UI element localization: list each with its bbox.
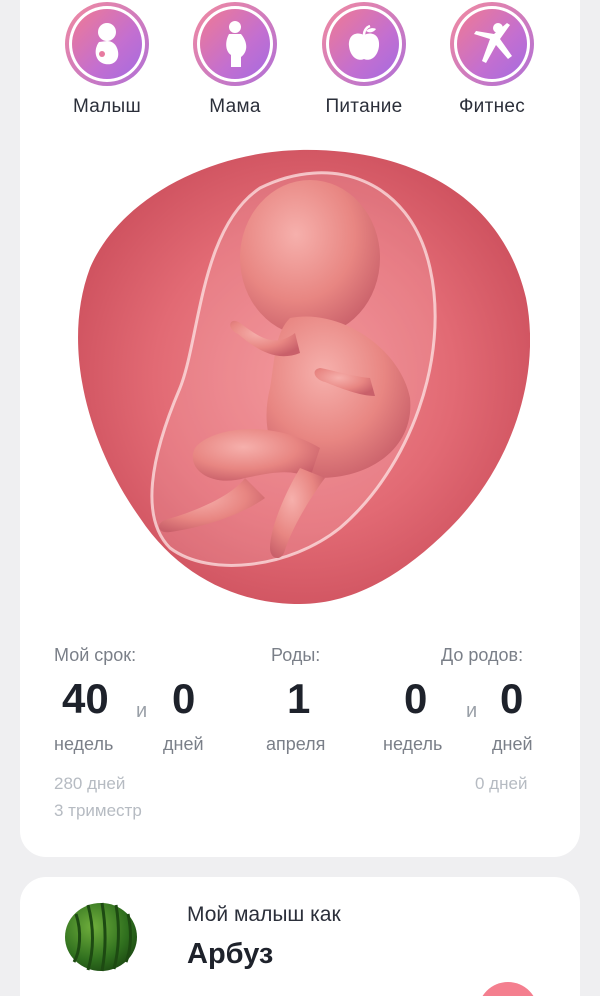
baby-size-title: Мой малыш как [187,903,341,926]
term-total-days: 280 дней [54,774,126,793]
term-weeks-value: 40 [62,675,109,722]
term-days-value: 0 [172,675,196,722]
until-weeks-value: 0 [404,675,428,722]
category-label: Малыш [72,96,142,117]
birth-label: Роды: [271,645,321,665]
category-ring [450,2,534,86]
until-weeks-unit: недель [383,734,443,754]
apple-icon [348,25,380,60]
category-fitness[interactable]: Фитнес [432,2,552,118]
term-and: и [136,700,148,722]
birth-day-value: 1 [287,675,311,722]
baby-icon [95,23,119,65]
category-label: Мама [209,96,261,117]
term-days-unit: дней [163,734,204,754]
fitness-icon [474,23,512,63]
until-birth-label: До родов: [441,645,524,665]
category-ring [193,2,277,86]
until-days-value: 0 [500,675,524,722]
until-total-days: 0 дней [475,774,528,793]
category-label: Фитнес [458,96,526,117]
category-mom[interactable]: Мама [175,2,295,118]
term-trimester: 3 триместр [54,801,142,820]
pregnant-woman-icon [226,21,247,67]
my-term-label: Мой срок: [54,645,137,665]
watermelon-image [65,902,137,972]
category-nutrition[interactable]: Питание [304,2,424,118]
category-baby[interactable]: Малыш [47,2,167,118]
category-ring [65,2,149,86]
until-days-unit: дней [492,734,533,754]
until-and: и [466,700,478,722]
term-weeks-unit: недель [54,734,114,754]
fetus-illustration [78,149,530,604]
category-ring [322,2,406,86]
category-label: Питание [325,96,403,117]
baby-size-fruit-name: Арбуз [187,938,274,970]
birth-month: апреля [266,734,326,754]
